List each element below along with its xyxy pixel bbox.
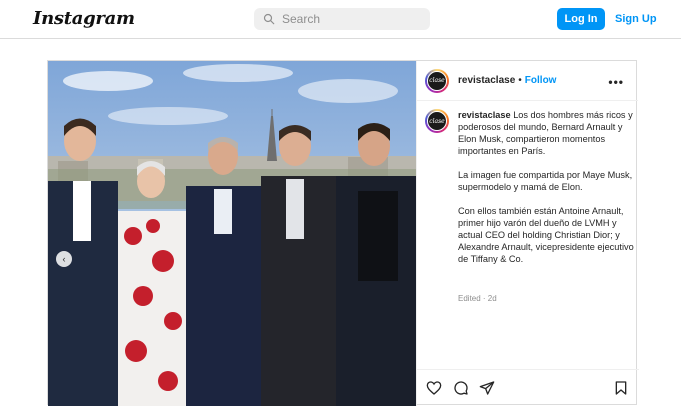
post-photo[interactable]: ‹ [48, 61, 416, 406]
signup-link[interactable]: Sign Up [615, 13, 657, 25]
search-icon [263, 13, 275, 25]
heart-icon[interactable] [426, 380, 442, 396]
caption-paragraph-2: La imagen fue compartida por Maye Musk, … [458, 170, 633, 192]
separator-dot: • [518, 75, 522, 86]
caption: clase revistaclase Los dos hombres más r… [425, 109, 635, 277]
edited-timestamp: Edited · 2d [458, 294, 497, 303]
top-nav-bar: Instagram Search Log In Sign Up [0, 0, 681, 39]
login-button[interactable]: Log In [557, 8, 605, 30]
caption-avatar[interactable]: clase [425, 109, 449, 133]
caption-paragraph: revistaclase Los dos hombres más ricos y… [458, 109, 634, 157]
caption-text: revistaclase Los dos hombres más ricos y… [458, 109, 634, 277]
bookmark-icon[interactable] [613, 380, 629, 396]
caption-avatar-text: clase [427, 111, 447, 131]
avatar[interactable]: clase [425, 68, 449, 93]
comment-icon[interactable] [453, 380, 469, 396]
search-placeholder: Search [282, 12, 321, 26]
post-sidebar: clase revistaclase • Follow ••• clase re… [416, 61, 639, 406]
share-icon[interactable] [479, 380, 495, 396]
more-options-button[interactable]: ••• [608, 75, 624, 89]
post-card: ‹ clase revistaclase • Follow ••• clase … [47, 60, 639, 406]
search-input[interactable]: Search [254, 8, 430, 30]
post-header: clase revistaclase • Follow ••• [417, 61, 638, 101]
caption-paragraph-3: Con ellos también están Antoine Arnault,… [458, 206, 634, 264]
instagram-logo[interactable]: Instagram [33, 8, 135, 29]
caption-username[interactable]: revistaclase [458, 110, 511, 120]
post-image [48, 61, 416, 406]
author-username[interactable]: revistaclase [458, 75, 515, 86]
follow-button[interactable]: Follow [525, 75, 557, 86]
action-bar [417, 369, 639, 406]
previous-image-button[interactable]: ‹ [56, 251, 72, 267]
avatar-text: clase [427, 70, 447, 91]
